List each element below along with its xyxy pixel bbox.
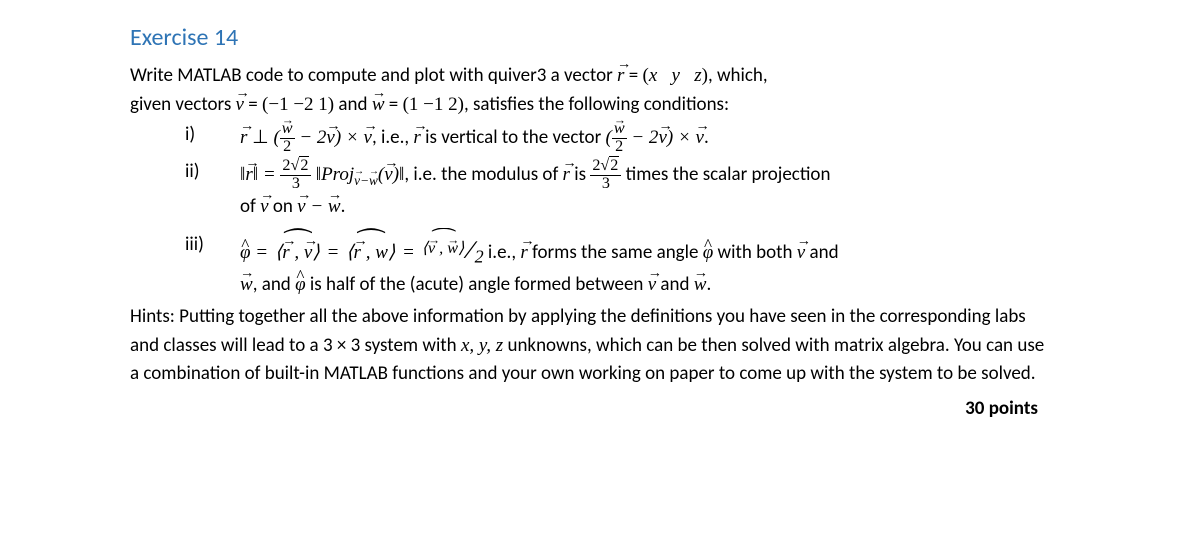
vec-v-7: v: [297, 193, 305, 222]
vec-v-5: v: [384, 161, 392, 190]
frac-w-2: w2: [280, 121, 295, 156]
intro-eq-3: =: [385, 93, 403, 116]
vec-r: r: [240, 124, 247, 153]
vec-w-3: w: [240, 271, 253, 300]
vector-w: w: [372, 91, 385, 120]
angle-vw: ⟨v , w⟩: [420, 237, 467, 261]
proj-subscript: v−w: [354, 173, 378, 188]
intro-text-5: , satisfies the following conditions:: [464, 93, 729, 116]
vec-v-9: v: [648, 271, 656, 300]
condition-ii-content: ‖r‖ = 2√23 ‖Projv−w(v)‖, i.e. the modulu…: [240, 158, 1048, 221]
intro-text-2: , which,: [708, 64, 768, 87]
matrix-x: x: [649, 65, 657, 86]
vec-v-2: v: [364, 124, 372, 153]
ie-text: , i.e.,: [372, 126, 413, 149]
frac-w-2-b: w2: [612, 121, 627, 156]
matrix-z: z: [694, 65, 701, 86]
phi-hat-3: φ: [295, 271, 306, 300]
ie-angle: i.e.,: [484, 241, 521, 264]
ie-modulus: , i.e. the modulus of: [404, 163, 562, 186]
and-phi: , and: [253, 273, 295, 296]
proj-label: Proj: [321, 164, 354, 185]
intro-text-4: and: [334, 93, 372, 116]
vec-v: v: [326, 124, 334, 153]
angle-rw: ⟨r , w⟩: [344, 239, 397, 268]
condition-i-content: r ⊥ (w2 − 2v) × v, i.e., r is vertical t…: [240, 121, 1048, 156]
vec-v-4: v: [696, 124, 704, 153]
equals-1: =: [258, 164, 280, 185]
vector-v: v: [236, 91, 244, 120]
condition-ii-label: ii): [185, 158, 240, 221]
vector-r: r: [617, 62, 624, 91]
condition-iii-label: iii): [185, 231, 240, 299]
row-matrix-xyz: (x y z): [643, 65, 708, 86]
vertical-text: is vertical to the vector: [421, 126, 606, 149]
minus-2v: − 2: [295, 127, 327, 148]
of-text: of: [240, 195, 260, 218]
intro-text-3: given vectors: [130, 93, 236, 116]
vec-r-4: r: [563, 161, 570, 190]
vec-r-3: r: [245, 161, 252, 190]
vec-r-5: r: [520, 239, 527, 268]
condition-iii: iii) φ = ⟨r , v⟩ = ⟨r , w⟩ = ⟨v , w⟩⁄2 i…: [185, 231, 1048, 299]
exercise-title: Exercise 14: [130, 20, 1048, 56]
condition-iii-content: φ = ⟨r , v⟩ = ⟨r , w⟩ = ⟨v , w⟩⁄2 i.e., …: [240, 231, 1048, 299]
vec-r-2: r: [413, 124, 420, 153]
points-label: 30 points: [130, 395, 1048, 424]
hints-xyz: x, y, z: [461, 335, 503, 356]
half-den: 2: [475, 247, 484, 267]
vec-w-2: w: [328, 193, 341, 222]
intro-paragraph: Write MATLAB code to compute and plot wi…: [130, 62, 1048, 119]
times-projection: times the scalar projection: [621, 163, 830, 186]
condition-i-label: i): [185, 121, 240, 156]
row-matrix-v: (−1 −2 1): [262, 94, 334, 115]
condition-ii: ii) ‖r‖ = 2√23 ‖Projv−w(v)‖, i.e. the mo…: [185, 158, 1048, 221]
matrix-y: y: [672, 65, 680, 86]
vec-v-6: v: [260, 193, 268, 222]
with-both: with both: [713, 241, 797, 264]
forms-angle: forms the same angle: [528, 241, 703, 264]
half-acute: is half of the (acute) angle formed betw…: [306, 273, 648, 296]
hints-paragraph: Hints: Putting together all the above in…: [130, 303, 1048, 389]
row-matrix-w: (1 −1 2): [403, 94, 464, 115]
vec-v-3: v: [658, 124, 666, 153]
vec-w-4: w: [694, 271, 707, 300]
condition-i: i) r ⊥ (w2 − 2v) × v, i.e., r is vertica…: [185, 121, 1048, 156]
conditions-list: i) r ⊥ (w2 − 2v) × v, i.e., r is vertica…: [130, 121, 1048, 299]
frac-2sqrt2-3-b: 2√23: [590, 158, 621, 193]
minus-2v-b: − 2: [627, 127, 659, 148]
vec-v-8: v: [797, 239, 805, 268]
